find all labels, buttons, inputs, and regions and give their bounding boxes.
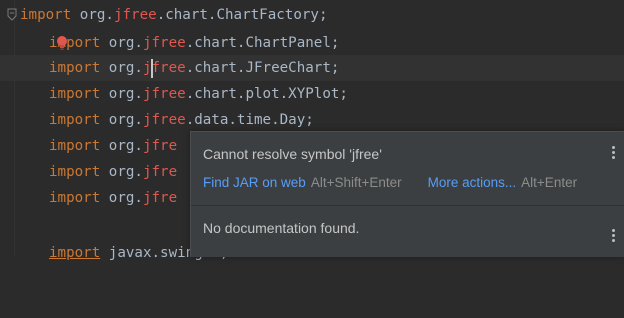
package-prefix: org. — [100, 112, 143, 128]
package-suffix: .chart.plot.XYPlot; — [185, 86, 348, 102]
fold-icon[interactable] — [7, 8, 17, 22]
unresolved-package[interactable]: jfree — [143, 112, 186, 128]
package-prefix: org. — [100, 60, 143, 76]
package-prefix: org. — [100, 35, 143, 51]
import-keyword: import — [49, 164, 101, 180]
error-bulb-icon[interactable] — [56, 35, 68, 51]
code-line-4[interactable]: import org.jfree.chart.plot.XYPlot; — [0, 81, 624, 107]
package-prefix: org. — [100, 190, 143, 206]
import-keyword: import — [49, 86, 101, 102]
documentation-text: No documentation found. — [203, 220, 360, 236]
import-keyword: import — [49, 138, 101, 154]
more-actions-link[interactable]: More actions... — [428, 175, 517, 190]
import-keyword: import — [49, 112, 101, 128]
error-quick-fix-popup[interactable]: Cannot resolve symbol 'jfree' Find JAR o… — [190, 131, 624, 257]
package-prefix: org. — [100, 86, 143, 102]
text-caret — [151, 59, 153, 78]
code-line-5[interactable]: import org.jfree.data.time.Day; — [0, 107, 624, 133]
unresolved-package[interactable]: jfre — [143, 138, 177, 154]
package-suffix: .chart.ChartFactory; — [156, 7, 328, 23]
find-jar-on-web-link[interactable]: Find JAR on web — [203, 175, 306, 190]
package-prefix: org. — [100, 164, 143, 180]
package-suffix: .chart.ChartPanel; — [185, 35, 340, 51]
import-keyword: import — [20, 7, 72, 23]
more-options-icon[interactable] — [612, 146, 616, 162]
package-suffix: .data.time.Day; — [185, 112, 314, 128]
unresolved-package[interactable]: jfre — [143, 164, 177, 180]
unresolved-package[interactable]: jfree — [143, 35, 186, 51]
code-line-2[interactable]: import org.jfree.chart.ChartPanel; — [0, 30, 624, 56]
unresolved-package[interactable]: jfree — [143, 60, 186, 76]
package-suffix: .chart.JFreeChart; — [185, 60, 340, 76]
unresolved-package[interactable]: jfre — [143, 190, 177, 206]
quick-fix-actions: Find JAR on web Alt+Shift+Enter More actio… — [203, 175, 577, 190]
import-keyword: import — [49, 60, 101, 76]
popup-divider — [191, 205, 624, 206]
unresolved-package[interactable]: jfree — [143, 86, 186, 102]
more-actions-shortcut: Alt+Enter — [521, 175, 578, 190]
import-keyword: import — [49, 245, 101, 261]
code-line-1[interactable]: import org.jfree.chart.ChartFactory; — [0, 2, 624, 28]
more-options-icon[interactable] — [612, 229, 616, 245]
code-line-3[interactable]: import org.jfree.chart.JFreeChart; — [0, 55, 624, 81]
unresolved-package[interactable]: jfree — [114, 7, 157, 23]
error-message: Cannot resolve symbol 'jfree' — [203, 146, 382, 162]
import-keyword: import — [49, 190, 101, 206]
package-prefix: org. — [71, 7, 114, 23]
package-prefix: org. — [100, 138, 143, 154]
find-jar-shortcut: Alt+Shift+Enter — [310, 175, 402, 190]
